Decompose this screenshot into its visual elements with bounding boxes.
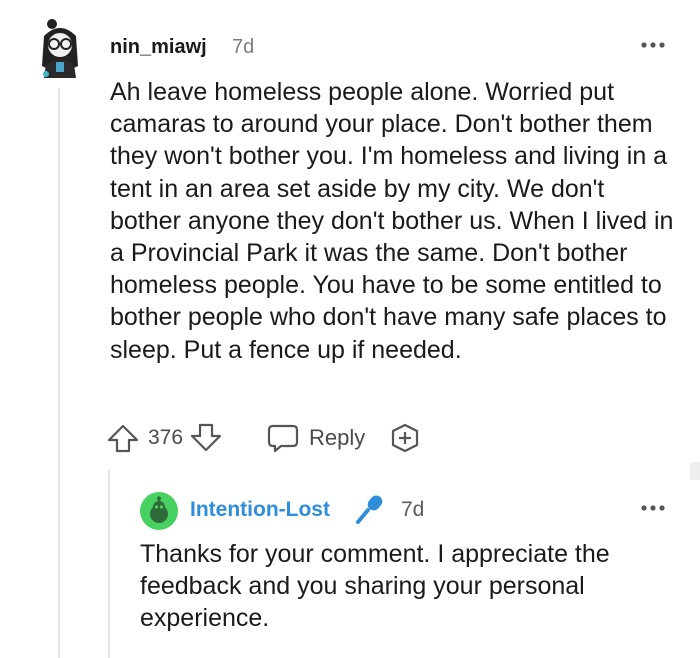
upvote-icon[interactable]: [106, 423, 140, 453]
reply-button[interactable]: Reply: [267, 423, 365, 453]
reply-timestamp[interactable]: 7d: [401, 498, 424, 522]
comment-body: Ah leave homeless people alone. Worried …: [110, 78, 674, 364]
more-options-icon[interactable]: [640, 499, 666, 517]
reply-label: Reply: [309, 425, 366, 450]
comment-timestamp[interactable]: 7d: [232, 36, 254, 59]
award-icon[interactable]: [389, 422, 421, 454]
reply-body: Thanks for your comment. I appreciate th…: [140, 540, 610, 633]
avatar[interactable]: [140, 492, 178, 530]
more-options-icon[interactable]: [640, 36, 666, 54]
thread-line-main[interactable]: [58, 88, 60, 658]
scroll-indicator: [690, 462, 700, 480]
comment-username[interactable]: nin_miawj: [110, 36, 207, 59]
downvote-icon[interactable]: [189, 423, 223, 453]
reply-icon: [267, 423, 299, 453]
vote-count: 376: [148, 426, 184, 449]
comment-actions: 376 Reply: [106, 420, 421, 456]
reply-username[interactable]: Intention-Lost: [190, 498, 330, 522]
thread-line-reply[interactable]: [108, 470, 110, 658]
microphone-icon: [354, 492, 388, 531]
avatar[interactable]: [36, 18, 84, 80]
